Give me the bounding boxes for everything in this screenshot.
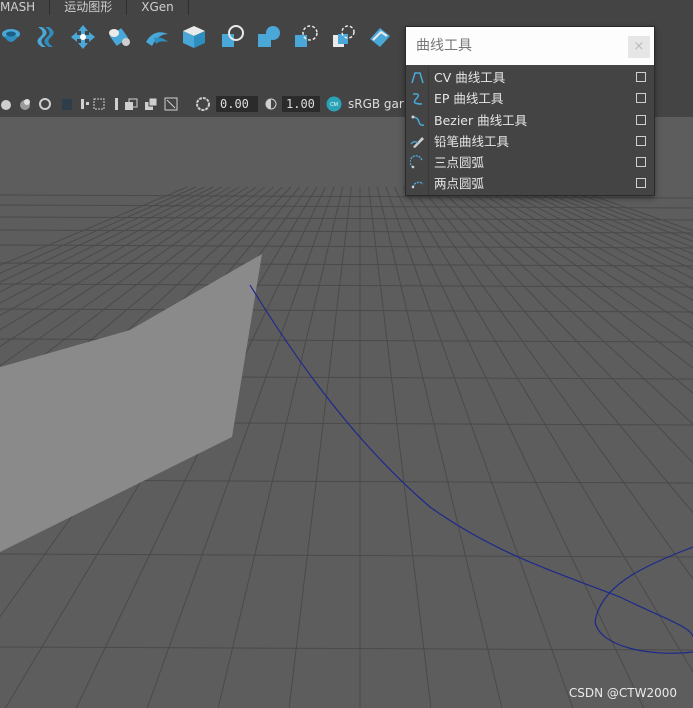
isolate-icon[interactable] <box>38 97 52 111</box>
colorspace-label[interactable]: sRGB gar <box>348 96 404 112</box>
menu-item-three-point-arc[interactable]: 三点圆弧 <box>406 152 654 173</box>
shadow-icon[interactable] <box>144 97 158 111</box>
bounding-box-icon[interactable] <box>78 97 92 111</box>
watermark: CSDN @CTW2000 <box>568 686 677 700</box>
selection-icon[interactable] <box>92 97 106 111</box>
sphere-icon[interactable] <box>219 24 245 50</box>
menu-item-label: Bezier 曲线工具 <box>434 112 528 128</box>
option-box[interactable] <box>636 93 646 104</box>
color-management-icon[interactable]: CM <box>326 96 342 112</box>
tab-mash[interactable]: MASH <box>0 0 51 15</box>
lighting-icon[interactable] <box>18 97 32 111</box>
wave-icon[interactable] <box>32 24 58 50</box>
popup-title: 曲线工具 <box>406 27 654 65</box>
menu-item-bezier-curve[interactable]: Bezier 曲线工具 <box>406 110 654 131</box>
menu-item-two-point-arc[interactable]: 两点圆弧 <box>406 173 654 194</box>
cv-curve-icon <box>411 72 424 84</box>
option-box[interactable] <box>636 135 646 146</box>
circle-icon[interactable] <box>293 24 319 50</box>
menu-item-label: 两点圆弧 <box>434 176 485 192</box>
shading-icon[interactable] <box>0 97 14 111</box>
cylinder-icon[interactable] <box>106 24 132 50</box>
menu-item-label: 铅笔曲线工具 <box>434 133 510 149</box>
menu-item-pencil-curve[interactable]: 铅笔曲线工具 <box>406 131 654 152</box>
tab-xgen[interactable]: XGen <box>141 0 189 15</box>
plane-icon[interactable] <box>367 24 393 50</box>
curve-tools-menu: CV 曲线工具 EP 曲线工具 Bezier 曲线工具 铅笔曲线工具 三点圆弧 … <box>406 67 654 195</box>
viewport[interactable] <box>0 117 693 708</box>
pencil-curve-icon <box>410 136 424 148</box>
texture-icon[interactable] <box>124 97 138 111</box>
curve-tools-popup: 曲线工具 × CV 曲线工具 EP 曲线工具 Bezier 曲线工具 铅笔曲线工… <box>405 26 655 196</box>
two-point-arc-icon <box>411 182 424 189</box>
gamma-icon[interactable] <box>264 97 278 111</box>
toilet-icon[interactable] <box>0 24 26 50</box>
option-box[interactable] <box>636 157 646 168</box>
move-icon[interactable] <box>70 24 96 50</box>
option-box[interactable] <box>636 114 646 125</box>
option-box[interactable] <box>636 178 646 189</box>
ep-curve-icon <box>412 93 423 106</box>
svg-text:CM: CM <box>330 102 338 108</box>
option-box[interactable] <box>636 72 646 82</box>
exposure-field[interactable]: 0.00 <box>216 96 258 112</box>
xray-icon[interactable] <box>60 97 74 111</box>
square-icon[interactable] <box>330 24 356 50</box>
gamma-field[interactable]: 1.00 <box>282 96 320 112</box>
three-point-arc-icon <box>410 155 423 169</box>
menu-item-ep-curve[interactable]: EP 曲线工具 <box>406 88 654 109</box>
menu-item-label: CV 曲线工具 <box>434 70 506 85</box>
menu-item-label: 三点圆弧 <box>434 155 485 171</box>
menu-item-cv-curve[interactable]: CV 曲线工具 <box>406 67 654 88</box>
exposure-icon[interactable] <box>196 97 210 111</box>
menu-item-label: EP 曲线工具 <box>434 91 504 107</box>
ribbon-icon[interactable] <box>144 24 170 50</box>
close-button[interactable]: × <box>628 36 650 58</box>
cube-icon[interactable] <box>181 24 207 50</box>
tab-motion-graphics[interactable]: 运动图形 <box>64 0 128 15</box>
wireframe-icon[interactable] <box>110 97 124 111</box>
cone-icon[interactable] <box>256 24 282 50</box>
shelf-tabs: MASH 运动图形 XGen <box>0 0 693 15</box>
bezier-curve-icon <box>411 115 425 126</box>
resolution-gate-icon[interactable] <box>164 97 178 111</box>
